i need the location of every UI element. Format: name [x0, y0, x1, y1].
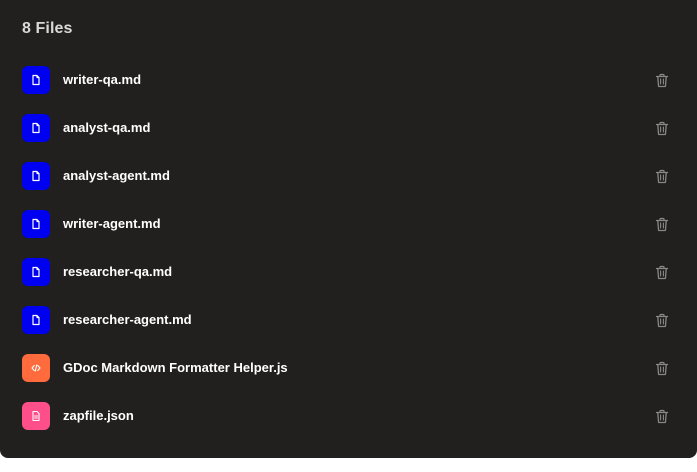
file-name[interactable]: zapfile.json: [63, 408, 134, 424]
document-icon: [22, 306, 50, 334]
file-row[interactable]: analyst-agent.md: [0, 152, 697, 200]
code-icon: [22, 354, 50, 382]
file-name[interactable]: analyst-agent.md: [63, 168, 170, 184]
trash-icon[interactable]: [653, 359, 671, 377]
file-row[interactable]: writer-agent.md: [0, 200, 697, 248]
data-file-icon: [22, 402, 50, 430]
document-icon: [22, 162, 50, 190]
trash-icon[interactable]: [653, 311, 671, 329]
trash-icon[interactable]: [653, 263, 671, 281]
file-row[interactable]: researcher-agent.md: [0, 296, 697, 344]
files-panel: 8 Files writer-qa.md analyst-qa.md analy…: [0, 0, 697, 458]
file-row[interactable]: analyst-qa.md: [0, 104, 697, 152]
file-name[interactable]: writer-agent.md: [63, 216, 161, 232]
file-name[interactable]: GDoc Markdown Formatter Helper.js: [63, 360, 288, 376]
document-icon: [22, 66, 50, 94]
document-icon: [22, 258, 50, 286]
file-name[interactable]: analyst-qa.md: [63, 120, 150, 136]
file-list: writer-qa.md analyst-qa.md analyst-agent…: [0, 56, 697, 440]
trash-icon[interactable]: [653, 167, 671, 185]
file-name[interactable]: writer-qa.md: [63, 72, 141, 88]
trash-icon[interactable]: [653, 119, 671, 137]
file-row[interactable]: researcher-qa.md: [0, 248, 697, 296]
document-icon: [22, 114, 50, 142]
trash-icon[interactable]: [653, 71, 671, 89]
file-name[interactable]: researcher-agent.md: [63, 312, 192, 328]
document-icon: [22, 210, 50, 238]
file-row[interactable]: zapfile.json: [0, 392, 697, 440]
files-count-title: 8 Files: [22, 20, 73, 37]
trash-icon[interactable]: [653, 215, 671, 233]
file-row[interactable]: writer-qa.md: [0, 56, 697, 104]
file-name[interactable]: researcher-qa.md: [63, 264, 172, 280]
trash-icon[interactable]: [653, 407, 671, 425]
file-row[interactable]: GDoc Markdown Formatter Helper.js: [0, 344, 697, 392]
